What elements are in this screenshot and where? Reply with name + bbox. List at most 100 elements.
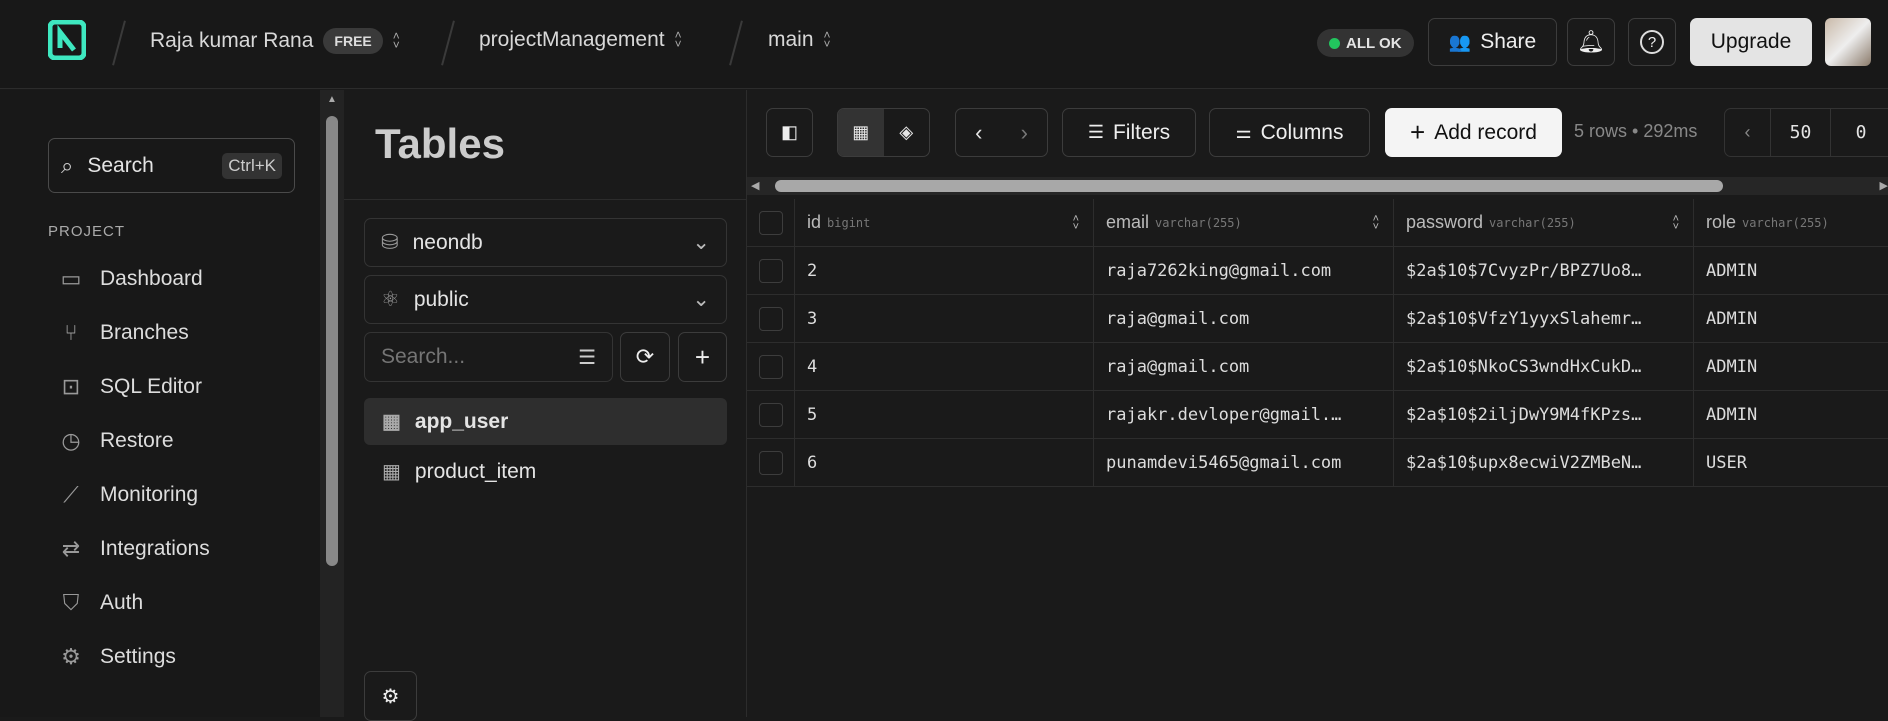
section-label: PROJECT <box>48 223 126 240</box>
columns-button[interactable]: ⚌ Columns <box>1209 108 1370 157</box>
table-cell[interactable]: 4 <box>795 343 1094 390</box>
column-header-role[interactable]: role varchar(255) <box>1694 199 1888 246</box>
neon-logo-icon[interactable] <box>48 20 86 60</box>
filters-button[interactable]: ☰ Filters <box>1062 108 1196 157</box>
table-cell[interactable]: raja@gmail.com <box>1094 295 1394 342</box>
database-icon: ⛁ <box>381 231 399 254</box>
project-name: projectManagement <box>479 28 665 51</box>
filter-icon[interactable]: ☰ <box>578 345 596 370</box>
prev-page-icon[interactable]: ‹ <box>1725 109 1771 156</box>
table-cell[interactable]: $2a$10$2iljDwY9M4fKPzs… <box>1394 391 1694 438</box>
chevron-updown-icon: ˄ ˅ <box>674 28 682 51</box>
project-switcher[interactable]: projectManagement ˄ ˅ <box>479 28 682 52</box>
table-row: 5 rajakr.devloper@gmail.… $2a$10$2iljDwY9M… <box>747 391 1888 439</box>
sidebar-item-settings[interactable]: ⚙ Settings <box>58 644 176 670</box>
add-record-button[interactable]: + Add record <box>1385 108 1562 157</box>
sidebar-item-branches[interactable]: ⑂ Branches <box>58 320 188 346</box>
schema-value: public <box>413 287 469 311</box>
sidebar-item-restore[interactable]: ◷ Restore <box>58 428 174 454</box>
sidebar-item-label: Settings <box>100 645 176 668</box>
table-cell[interactable]: raja7262king@gmail.com <box>1094 247 1394 294</box>
table-cell[interactable]: 2 <box>795 247 1094 294</box>
limit-input[interactable]: 50 <box>1771 109 1831 156</box>
table-cell[interactable]: ADMIN <box>1694 343 1888 390</box>
sidebar-item-dashboard[interactable]: ▭ Dashboard <box>58 266 203 292</box>
status-badge[interactable]: ALL OK <box>1317 29 1414 57</box>
toggle-sidebar-button[interactable]: ◧ <box>766 108 813 157</box>
select-all-checkbox[interactable] <box>758 210 783 235</box>
table-cell[interactable]: punamdevi5465@gmail.com <box>1094 439 1394 486</box>
status-text: ALL OK <box>1346 34 1402 52</box>
chevron-updown-icon: ˄ ˅ <box>823 28 831 51</box>
sidebar-item-sql-editor[interactable]: ⊡ SQL Editor <box>58 374 202 400</box>
sort-icon[interactable]: ˄ ˅ <box>1373 213 1379 232</box>
column-header-email[interactable]: email varchar(255) ˄ ˅ <box>1094 199 1394 246</box>
sidebar-item-auth[interactable]: ⛉ Auth <box>58 590 143 616</box>
view-toggle: ▦ ◈ <box>837 108 930 157</box>
table-name: product_item <box>414 459 537 483</box>
sort-icon[interactable]: ˄ ˅ <box>1673 213 1679 232</box>
sidebar-item-label: Monitoring <box>100 483 199 506</box>
table-list-item[interactable]: ▦ product_item <box>364 448 727 495</box>
search-icon: ⌕ <box>61 152 74 178</box>
table-cell[interactable]: 5 <box>795 391 1094 438</box>
database-select[interactable]: ⛁ neondb ⌄ <box>364 218 727 267</box>
row-checkbox[interactable] <box>758 354 783 379</box>
row-checkbox[interactable] <box>758 450 783 475</box>
users-icon: 👥 <box>1448 31 1472 52</box>
table-cell[interactable]: $2a$10$VfzY1yyxSlahemr… <box>1394 295 1694 342</box>
help-button[interactable]: ? <box>1628 18 1676 66</box>
table-cell[interactable]: 3 <box>795 295 1094 342</box>
table-cell[interactable]: $2a$10$upx8ecwiV2ZMBeN… <box>1394 439 1694 486</box>
bell-icon: 🔔︎ <box>1577 29 1605 54</box>
settings-button[interactable]: ⚙ <box>364 671 417 721</box>
table-cell[interactable]: 6 <box>795 439 1094 486</box>
branch-switcher[interactable]: main ˄ ˅ <box>768 28 831 52</box>
table-cell[interactable]: $2a$10$7CvyzPr/BPZ7Uo8… <box>1394 247 1694 294</box>
gear-icon: ⚙ <box>381 685 400 708</box>
row-checkbox[interactable] <box>758 402 783 427</box>
schema-select[interactable]: ⚛ public ⌄ <box>364 275 727 324</box>
row-checkbox[interactable] <box>758 258 783 283</box>
horizontal-scrollbar[interactable]: ◀ ▶ <box>747 177 1888 195</box>
column-header-password[interactable]: password varchar(255) ˄ ˅ <box>1394 199 1694 246</box>
divider <box>441 20 455 66</box>
offset-input[interactable]: 0 <box>1831 109 1888 156</box>
column-header-id[interactable]: id bigint ˄ ˅ <box>795 199 1094 246</box>
row-checkbox[interactable] <box>758 306 783 331</box>
sort-icon[interactable]: ˄ ˅ <box>1073 213 1079 232</box>
sidebar-scrollbar[interactable]: ▲ <box>320 90 344 717</box>
sidebar-item-monitoring[interactable]: ⟋ Monitoring <box>58 482 198 508</box>
table-list-item[interactable]: ▦ app_user <box>364 398 727 445</box>
table-row: 3 raja@gmail.com $2a$10$VfzY1yyxSlahemr… AD… <box>747 295 1888 343</box>
sidebar-item-integrations[interactable]: ⇄ Integrations <box>58 536 210 562</box>
notifications-button[interactable]: 🔔︎ <box>1567 18 1615 66</box>
chevron-left-icon[interactable]: ‹ <box>956 109 1002 156</box>
table-cell[interactable]: ADMIN <box>1694 391 1888 438</box>
org-switcher[interactable]: Raja kumar Rana FREE ˄ ˅ <box>150 28 400 54</box>
table-view-icon[interactable]: ▦ <box>838 109 884 156</box>
table-search[interactable]: ☰ <box>364 332 613 382</box>
table-cell[interactable]: rajakr.devloper@gmail.… <box>1094 391 1394 438</box>
upgrade-label: Upgrade <box>1710 30 1792 53</box>
search-button[interactable]: ⌕ Search Ctrl+K <box>48 138 295 193</box>
table-cell[interactable]: raja@gmail.com <box>1094 343 1394 390</box>
column-name: id <box>807 212 822 232</box>
table-cell[interactable]: USER <box>1694 439 1888 486</box>
branch-name: main <box>768 28 814 51</box>
share-button[interactable]: 👥 Share <box>1428 18 1557 66</box>
refresh-button[interactable]: ⟳ <box>620 332 670 382</box>
sidebar-item-label: Restore <box>100 429 174 452</box>
add-table-button[interactable]: + <box>678 332 727 382</box>
table-cell[interactable]: ADMIN <box>1694 247 1888 294</box>
table-cell[interactable]: $2a$10$NkoCS3wndHxCukD… <box>1394 343 1694 390</box>
chevron-right-icon[interactable]: › <box>1002 109 1048 156</box>
filter-icon: ☰ <box>1087 122 1104 142</box>
upgrade-button[interactable]: Upgrade <box>1690 18 1812 66</box>
filters-label: Filters <box>1112 120 1171 144</box>
table-cell[interactable]: ADMIN <box>1694 295 1888 342</box>
table-search-input[interactable] <box>381 345 579 369</box>
restore-icon: ◷ <box>61 428 81 453</box>
layers-icon[interactable]: ◈ <box>884 109 930 156</box>
avatar[interactable] <box>1825 18 1871 66</box>
